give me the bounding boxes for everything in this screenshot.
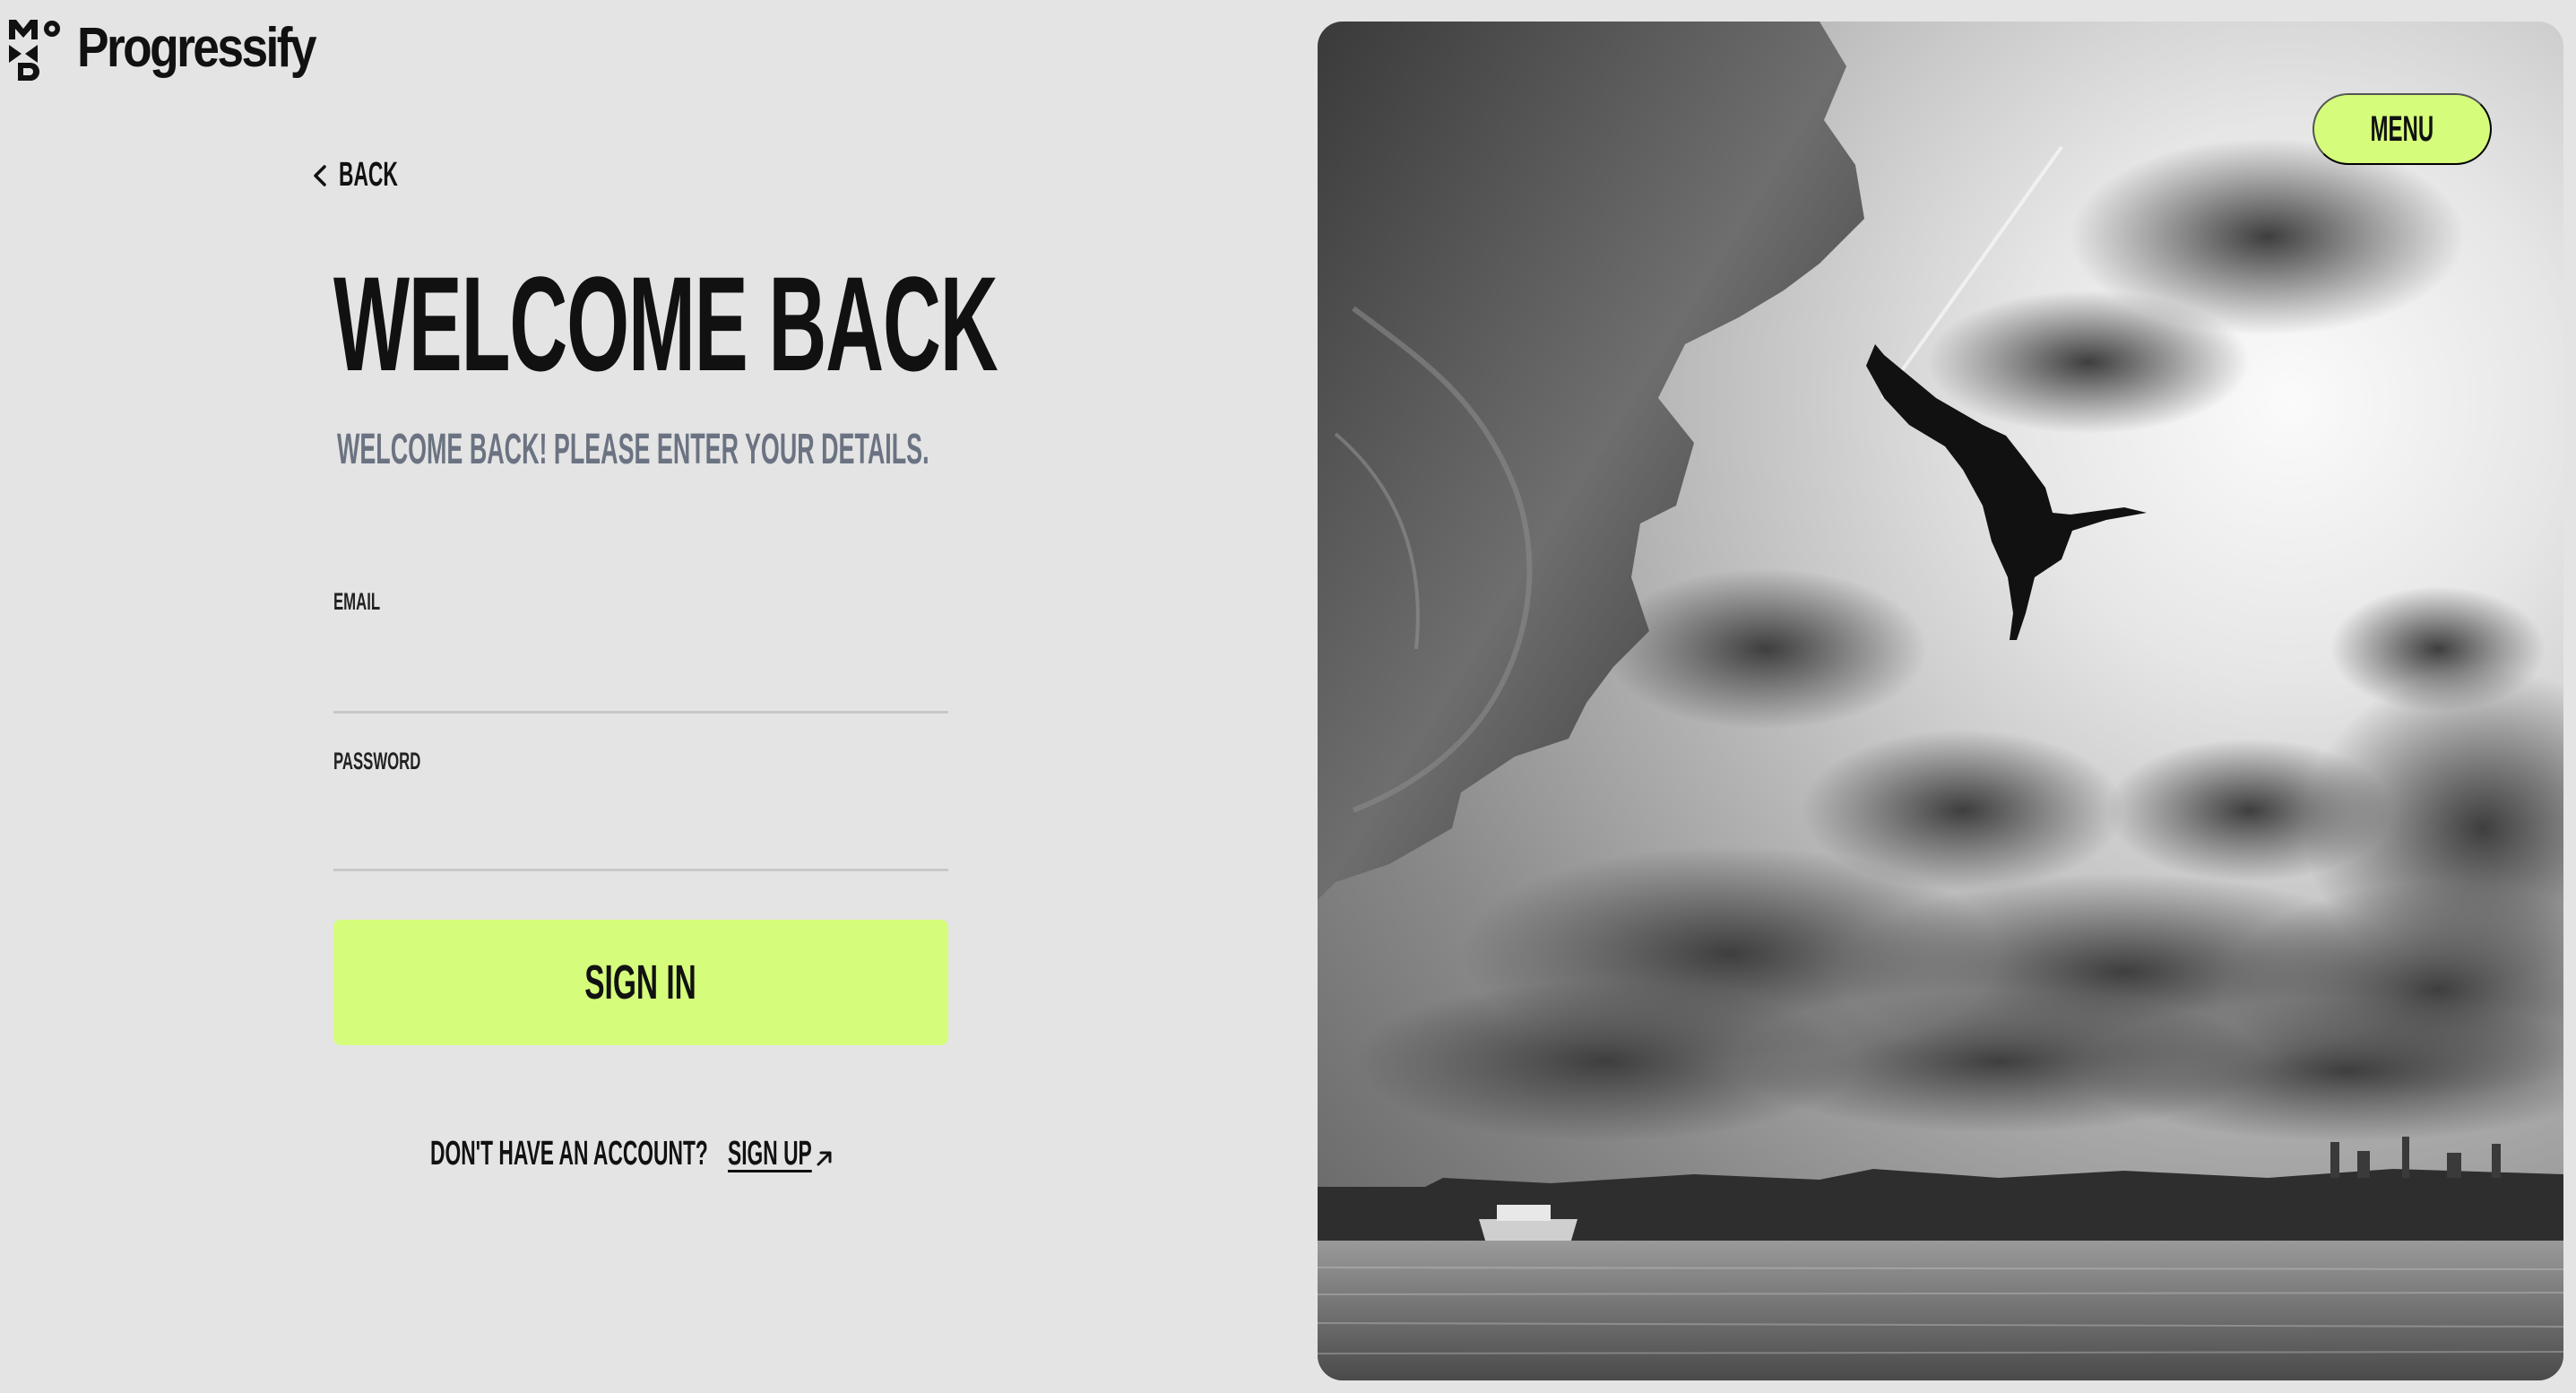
arrow-up-right-icon bbox=[817, 1151, 832, 1166]
logo-mark-icon bbox=[9, 20, 60, 81]
brand-logo[interactable]: Progressify bbox=[7, 16, 353, 81]
signup-row: Don't have an account? Sign up bbox=[430, 1135, 893, 1173]
menu-label: Menu bbox=[2370, 108, 2434, 149]
email-field[interactable] bbox=[333, 667, 948, 714]
chevron-left-icon bbox=[314, 164, 326, 186]
menu-button[interactable]: Menu bbox=[2312, 93, 2492, 165]
sign-up-link[interactable]: Sign up bbox=[728, 1135, 868, 1173]
sign-up-label: Sign up bbox=[728, 1135, 812, 1172]
back-link[interactable]: Back bbox=[310, 156, 437, 195]
password-field[interactable] bbox=[333, 825, 948, 871]
back-label: Back bbox=[339, 156, 398, 194]
photo-illustration bbox=[1318, 22, 2563, 1380]
email-label: Email bbox=[333, 588, 381, 615]
signup-prompt: Don't have an account? bbox=[430, 1135, 708, 1172]
page-subtitle: Welcome back! Please enter your details. bbox=[337, 426, 929, 473]
page-title: Welcome back bbox=[333, 248, 998, 399]
brand-name: Progressify bbox=[77, 17, 317, 79]
password-label: Password bbox=[333, 748, 421, 774]
login-page: Progressify Back Welcome back Welcome ba… bbox=[0, 0, 2576, 1393]
sign-in-label: Sign in bbox=[584, 956, 697, 1009]
sign-in-button[interactable]: Sign in bbox=[333, 920, 948, 1045]
cliff-diver-photo bbox=[1318, 22, 2563, 1380]
